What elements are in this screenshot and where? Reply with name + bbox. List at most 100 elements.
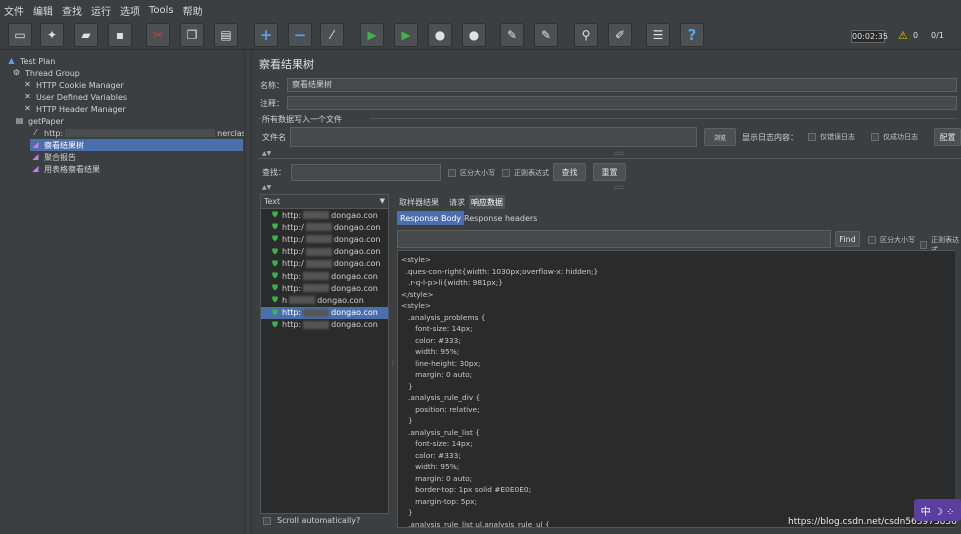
function-helper-icon[interactable]: ☰ bbox=[646, 23, 670, 47]
tab-1[interactable]: 请求 bbox=[447, 195, 467, 209]
case-sensitive-checkbox[interactable]: 区分大小写 bbox=[448, 168, 495, 178]
tab-0[interactable]: 取样器结果 bbox=[397, 195, 441, 209]
file-section-title: 所有数据写入一个文件 bbox=[262, 114, 345, 125]
splitter-grip[interactable]: ::::: bbox=[614, 150, 624, 157]
name-field[interactable]: 察看结果树 bbox=[287, 78, 957, 92]
search-label: 查找： bbox=[262, 168, 286, 177]
shutdown-icon[interactable]: ● bbox=[462, 23, 486, 47]
result-row[interactable]: ⛊ h dongao.con bbox=[261, 294, 388, 306]
result-row[interactable]: ⛊ http: dongao.con bbox=[261, 306, 388, 319]
result-row[interactable]: ⛊ http:/dongao.con bbox=[261, 246, 388, 258]
chevron-down-icon[interactable]: ▼ bbox=[380, 195, 385, 208]
tree-node[interactable]: ⁄ http: nerclas bbox=[30, 127, 246, 139]
collapse-arrows-2[interactable]: ▲▼ bbox=[262, 184, 271, 191]
result-row[interactable]: ⛊ http:/dongao.con bbox=[261, 233, 388, 245]
search-button[interactable]: 查找 bbox=[553, 163, 586, 181]
comment-label: 注释： bbox=[260, 99, 284, 108]
success-shield-icon: ⛊ bbox=[272, 271, 278, 281]
search-input[interactable] bbox=[291, 164, 441, 181]
reset-search-icon[interactable]: ✐ bbox=[608, 23, 632, 47]
redacted-url bbox=[305, 235, 332, 244]
menu-item[interactable]: 选项 bbox=[120, 3, 140, 18]
comment-field[interactable] bbox=[287, 96, 957, 110]
code-line: position: relative; bbox=[401, 404, 480, 414]
open-icon[interactable]: ▰ bbox=[74, 23, 98, 47]
success-only-checkbox[interactable]: 仅成功日志 bbox=[871, 132, 918, 142]
reset-button[interactable]: 重置 bbox=[593, 163, 626, 181]
menu-item[interactable]: 文件 bbox=[4, 3, 24, 18]
code-line: line-height: 30px; bbox=[401, 358, 481, 368]
regex-checkbox[interactable]: 正则表达式 bbox=[502, 168, 549, 178]
templates-icon[interactable]: ✦ bbox=[40, 23, 64, 47]
active-threads: 0/1 bbox=[931, 31, 944, 40]
tree-node[interactable]: ✕ HTTP Header Manager bbox=[22, 103, 126, 115]
code-line: } bbox=[401, 381, 413, 391]
toggle-icon[interactable]: ⁄ bbox=[320, 23, 344, 47]
code-line: <style> bbox=[401, 301, 432, 310]
save-icon[interactable]: ▪ bbox=[108, 23, 132, 47]
collapse-arrows[interactable]: ▲▼ bbox=[262, 150, 271, 157]
copy-icon[interactable]: ❐ bbox=[180, 23, 204, 47]
result-row[interactable]: ⛊ http: dongao.con bbox=[261, 319, 388, 331]
menu-item[interactable]: Tools bbox=[149, 5, 174, 16]
result-row[interactable]: ⛊ http: dongao.con bbox=[261, 209, 388, 221]
tree-node[interactable]: ◢ 用表格察看结果 bbox=[30, 163, 100, 175]
browse-button[interactable]: 浏览 bbox=[704, 128, 736, 146]
controller-icon: ▤ bbox=[15, 116, 24, 125]
tree-node[interactable]: ▤ getPaper bbox=[14, 115, 64, 127]
redacted-url bbox=[305, 259, 332, 268]
clear-all-icon[interactable]: ✎ bbox=[534, 23, 558, 47]
splitter-handle[interactable] bbox=[244, 50, 252, 534]
configure-button[interactable]: 配置 bbox=[934, 128, 961, 146]
result-row[interactable]: ⛊ http:/dongao.con bbox=[261, 221, 388, 233]
vertical-splitter[interactable]: ⋮ bbox=[390, 360, 396, 367]
menu-item[interactable]: 查找 bbox=[62, 3, 82, 18]
response-body-text[interactable]: <style> .ques-con-right{width: 1030px;ov… bbox=[397, 250, 957, 528]
tree-node[interactable]: ✕ User Defined Variables bbox=[22, 91, 127, 103]
subtab-0[interactable]: Response Body bbox=[397, 211, 465, 225]
menu-item[interactable]: 运行 bbox=[91, 3, 111, 18]
result-row[interactable]: ⛊ http: dongao.con bbox=[261, 282, 388, 294]
test-plan-tree: ▲ Test Plan ⚙ Thread Group ✕ HTTP Cookie Mana… bbox=[0, 50, 246, 534]
search-icon[interactable]: ⚲ bbox=[574, 23, 598, 47]
help-icon[interactable]: ? bbox=[680, 23, 704, 47]
cut-icon[interactable]: ✂ bbox=[146, 23, 170, 47]
result-row[interactable]: ⛊ http:/dongao.con bbox=[261, 258, 388, 270]
expand-icon[interactable]: + bbox=[254, 23, 278, 47]
filename-field[interactable] bbox=[290, 127, 697, 147]
scrollbar[interactable] bbox=[955, 250, 961, 528]
menu-item[interactable]: 编辑 bbox=[33, 3, 53, 18]
redacted-url bbox=[303, 320, 330, 329]
errors-only-checkbox[interactable]: 仅错误日志 bbox=[808, 132, 855, 142]
tree-node[interactable]: ◢ 察看结果树 bbox=[30, 139, 243, 151]
warning-icon[interactable]: ⚠ bbox=[898, 29, 908, 42]
collapse-icon[interactable]: − bbox=[288, 23, 312, 47]
subtab-1[interactable]: Response headers bbox=[461, 211, 540, 225]
new-icon[interactable]: ▭ bbox=[8, 23, 32, 47]
code-line: margin-top: 5px; bbox=[401, 496, 478, 506]
tree-node[interactable]: ⚙ Thread Group bbox=[11, 67, 80, 79]
stop-icon[interactable]: ● bbox=[428, 23, 452, 47]
test-plan-icon: ▲ bbox=[8, 56, 15, 65]
result-row[interactable]: ⛊ http: dongao.con bbox=[261, 270, 388, 282]
find-button[interactable]: Find bbox=[835, 231, 860, 247]
code-line: color: #333; bbox=[401, 450, 461, 460]
code-line: </style> bbox=[401, 289, 434, 299]
panel-title: 察看结果树 bbox=[259, 58, 314, 71]
autoscroll-checkbox[interactable]: Scroll automatically? bbox=[263, 516, 360, 525]
success-shield-icon: ⛊ bbox=[272, 283, 278, 293]
clear-icon[interactable]: ✎ bbox=[500, 23, 524, 47]
response-search-input[interactable] bbox=[397, 230, 831, 248]
tree-node[interactable]: ◢ 聚合报告 bbox=[30, 151, 76, 163]
renderer-selector[interactable]: Text ▼ bbox=[261, 195, 388, 209]
start-icon[interactable]: ▶ bbox=[360, 23, 384, 47]
code-line: width: 95%; bbox=[401, 462, 460, 471]
start-no-pause-icon[interactable]: ▶ bbox=[394, 23, 418, 47]
tree-node[interactable]: ▲ Test Plan bbox=[6, 55, 55, 67]
tab-2[interactable]: 响应数据 bbox=[469, 195, 505, 209]
response-case-checkbox[interactable]: 区分大小写 bbox=[868, 235, 915, 245]
tree-node[interactable]: ✕ HTTP Cookie Manager bbox=[22, 79, 124, 91]
menu-item[interactable]: 帮助 bbox=[183, 3, 203, 18]
splitter-grip-2[interactable]: ::::: bbox=[614, 184, 624, 191]
paste-icon[interactable]: ▤ bbox=[214, 23, 238, 47]
